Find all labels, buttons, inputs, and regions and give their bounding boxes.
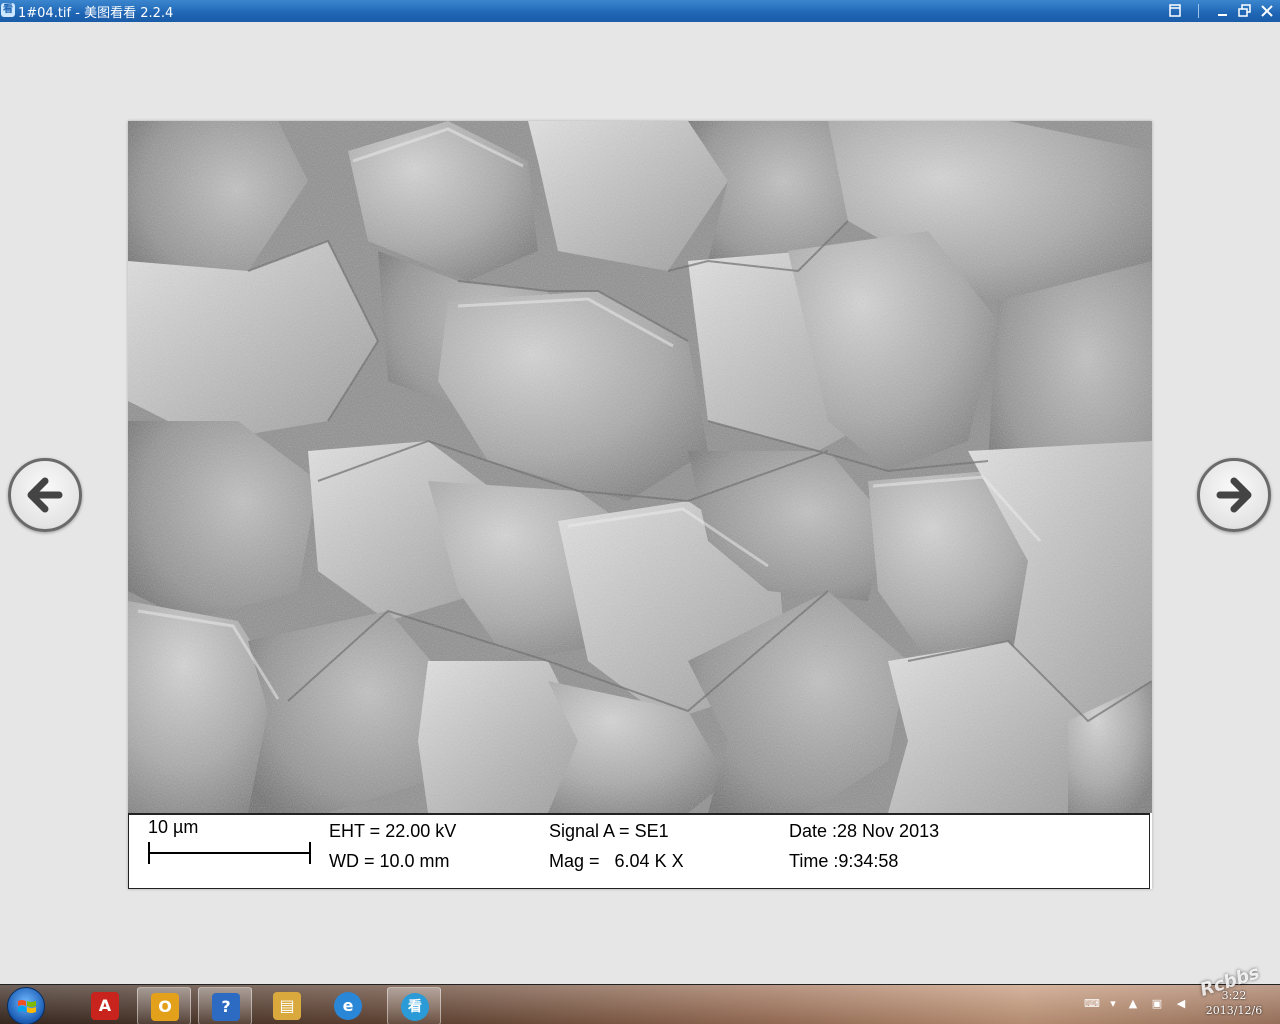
close-icon[interactable]: [1258, 2, 1276, 20]
scale-bar-tick-right: [309, 842, 311, 864]
image-viewer-icon: 看: [401, 993, 429, 1021]
windows-start-icon: [18, 1000, 36, 1013]
taskbar-file-explorer[interactable]: ▤: [260, 987, 314, 1024]
show-hidden-icons-icon[interactable]: ▲: [1126, 997, 1140, 1011]
keyboard-icon[interactable]: ⌨: [1084, 997, 1100, 1011]
prev-image-button[interactable]: [8, 458, 82, 532]
restore-icon[interactable]: [1236, 2, 1254, 20]
sem-data-bar: 10 µm EHT = 22.00 kV WD = 10.0 mm Signal…: [128, 813, 1150, 889]
signal-value: Signal A = SE1: [549, 821, 669, 841]
file-explorer-icon: ▤: [273, 992, 301, 1020]
scale-bar: [148, 852, 310, 854]
taskbar-outlook[interactable]: O: [137, 987, 191, 1024]
internet-explorer-icon: e: [334, 992, 362, 1020]
window-title: 1#04.tif - 美图看看 2.2.4: [18, 6, 174, 21]
input-method-icon[interactable]: ▾: [1106, 997, 1120, 1011]
remote-assist-icon: ?: [212, 993, 240, 1021]
taskbar-pdf-reader[interactable]: A: [78, 987, 132, 1024]
network-icon[interactable]: ▣: [1150, 997, 1164, 1011]
next-image-button[interactable]: [1197, 458, 1271, 532]
start-button[interactable]: [7, 987, 45, 1024]
fullscreen-icon[interactable]: [1166, 2, 1184, 20]
title-bar: 看 1#04.tif - 美图看看 2.2.4: [0, 0, 1280, 22]
taskbar-remote-assist[interactable]: ?: [198, 987, 252, 1024]
outlook-icon: O: [151, 993, 179, 1021]
arrow-right-icon: [1216, 477, 1252, 513]
pdf-reader-icon: A: [91, 992, 119, 1020]
date-value: Date :28 Nov 2013: [789, 821, 940, 841]
arrow-left-icon: [27, 477, 63, 513]
volume-muted-icon[interactable]: ◀: [1174, 997, 1188, 1011]
minimize-icon[interactable]: [1214, 2, 1232, 20]
taskbar: A O ? ▤ e 看 ⌨ ▾ ▲ ▣ ◀ 3:22 2013/12/6: [0, 984, 1280, 1024]
eht-value: EHT = 22.00 kV: [329, 821, 457, 841]
sem-micrograph: [128, 121, 1152, 813]
image-viewer-area: 10 µm EHT = 22.00 kV WD = 10.0 mm Signal…: [0, 22, 1280, 984]
mag-value: Mag = 6.04 K X: [549, 851, 684, 871]
scale-bar-label: 10 µm: [148, 817, 199, 837]
taskbar-image-viewer[interactable]: 看: [387, 987, 441, 1024]
wd-value: WD = 10.0 mm: [329, 851, 450, 871]
image-frame: 10 µm EHT = 22.00 kV WD = 10.0 mm Signal…: [128, 121, 1152, 889]
taskbar-internet-explorer[interactable]: e: [321, 987, 375, 1024]
title-separator: [1198, 4, 1199, 18]
time-value: Time :9:34:58: [789, 851, 899, 871]
app-icon: 看: [1, 3, 15, 17]
